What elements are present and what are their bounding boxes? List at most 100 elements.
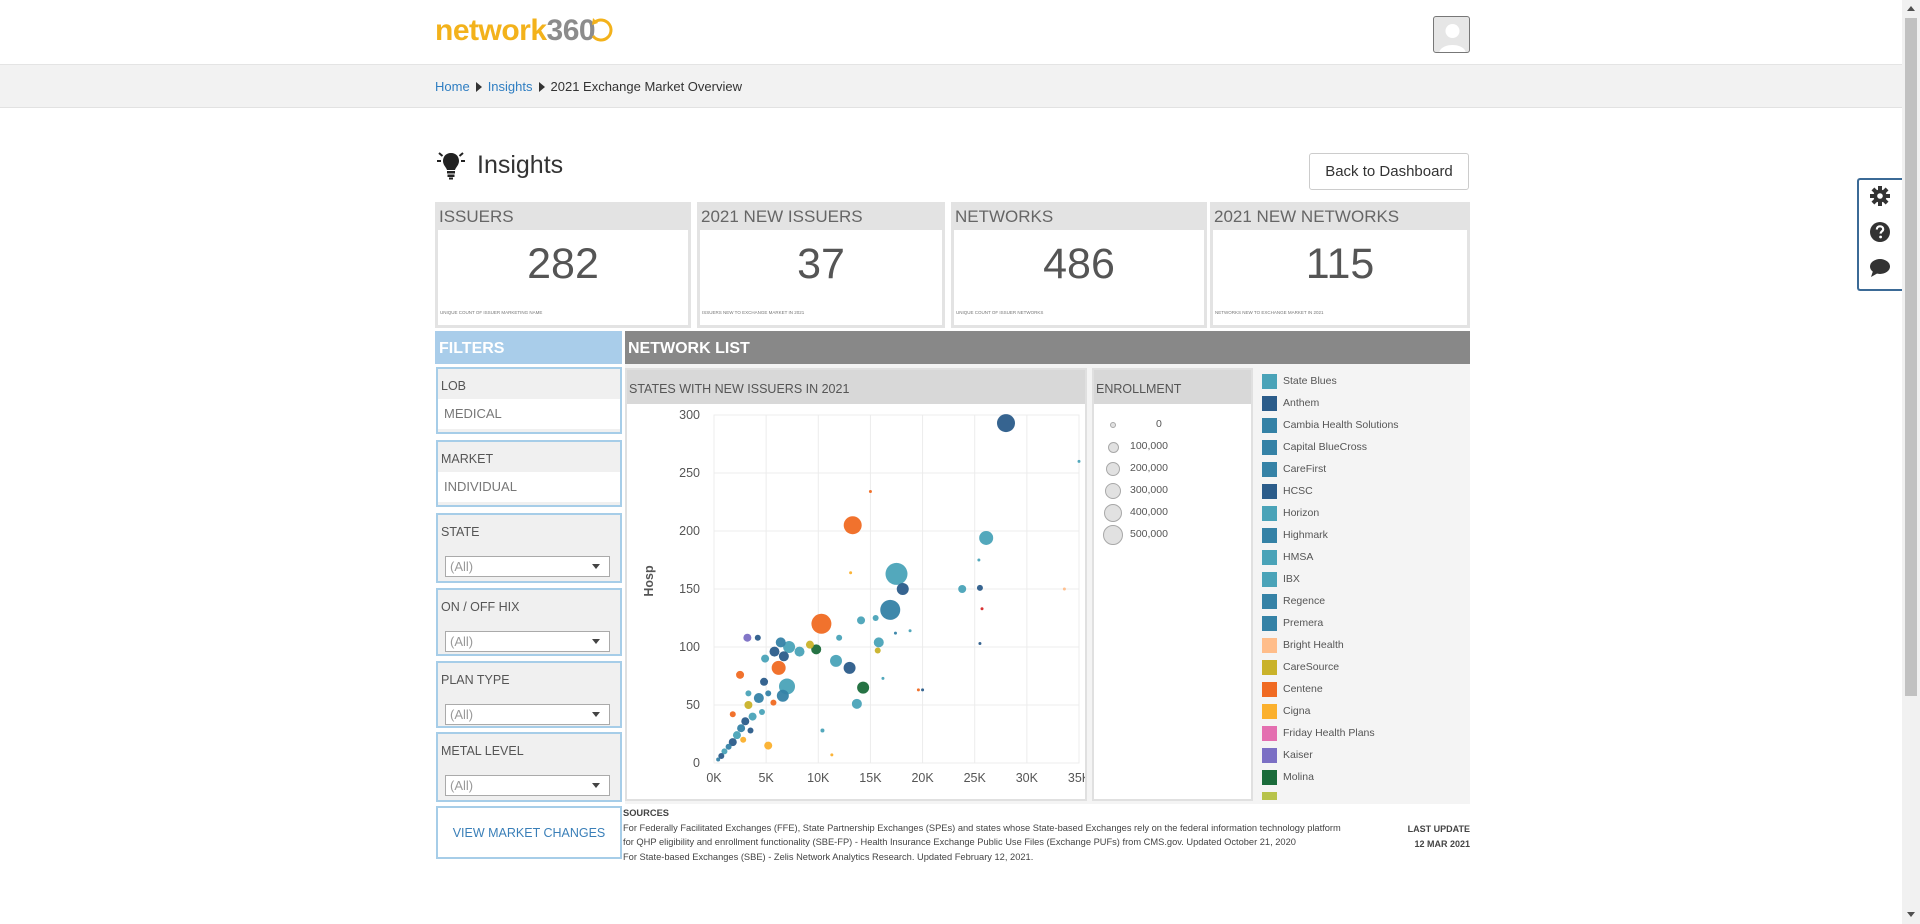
legend-item[interactable]: Premera [1262, 614, 1323, 632]
legend-item[interactable]: Capital BlueCross [1262, 438, 1367, 456]
scatter-point[interactable] [976, 584, 983, 591]
legend-item[interactable]: State Blues [1262, 372, 1337, 390]
scatter-point[interactable] [820, 728, 825, 733]
legend-item[interactable]: IBX [1262, 570, 1300, 588]
scatter-point[interactable] [760, 677, 769, 686]
legend-item[interactable]: Anthem [1262, 394, 1319, 412]
breadcrumb-insights-link[interactable]: Insights [488, 79, 533, 94]
scrollbar-thumb[interactable] [1905, 18, 1917, 696]
scatter-point[interactable] [896, 583, 909, 595]
page-scrollbar[interactable] [1902, 0, 1920, 924]
scatter-point[interactable] [977, 558, 981, 562]
scroll-down-icon[interactable] [1907, 912, 1915, 917]
legend-item[interactable]: Cambia Health Solutions [1262, 416, 1399, 434]
scatter-point[interactable] [736, 670, 745, 679]
scatter-point[interactable] [716, 757, 721, 762]
legend-item[interactable]: Kaiser [1262, 746, 1313, 764]
scatter-point[interactable] [753, 693, 764, 704]
help-button[interactable] [1869, 221, 1891, 243]
scatter-point[interactable] [771, 660, 786, 675]
scatter-point[interactable] [874, 647, 881, 654]
scatter-point[interactable] [997, 414, 1015, 433]
legend-item[interactable]: CareSource [1262, 658, 1339, 676]
scatter-point[interactable] [776, 689, 789, 702]
scatter-point[interactable] [811, 613, 832, 634]
scatter-point[interactable] [958, 585, 967, 593]
scatter-chart[interactable]: 0K 5K 10K 15K 20K 25K 30K 35K 0 50 100 150 200 250 300… [627, 404, 1091, 811]
scatter-point[interactable] [980, 607, 984, 611]
scroll-up-icon[interactable] [1907, 6, 1915, 11]
plan-type-dropdown[interactable]: (All) [445, 704, 610, 725]
scatter-point[interactable] [725, 743, 732, 750]
legend-item[interactable]: Highmark [1262, 526, 1328, 544]
scatter-point[interactable] [754, 634, 761, 641]
scatter-point[interactable] [843, 516, 862, 535]
legend-item[interactable]: HCSC [1262, 482, 1313, 500]
scatter-point[interactable] [741, 717, 750, 726]
scatter-point[interactable] [743, 633, 752, 642]
scatter-point[interactable] [740, 736, 747, 743]
scatter-point[interactable] [881, 676, 885, 680]
scatter-point[interactable] [1062, 587, 1066, 591]
legend-item[interactable]: Bright Health [1262, 636, 1344, 654]
scatter-point[interactable] [868, 490, 872, 494]
scatter-point[interactable] [857, 681, 870, 694]
legend-item[interactable]: Molina [1262, 768, 1314, 786]
metal-level-dropdown[interactable]: (All) [445, 775, 610, 796]
scatter-point[interactable] [770, 699, 777, 706]
enrollment-legend-item[interactable]: 300,000 [1094, 483, 1252, 506]
scatter-point[interactable] [744, 701, 753, 709]
legend-item[interactable]: Regence [1262, 592, 1325, 610]
scatter-point[interactable] [737, 724, 746, 733]
legend-item[interactable]: Friday Health Plans [1262, 724, 1375, 742]
scatter-point[interactable] [805, 640, 814, 649]
filter-lob-value[interactable]: MEDICAL [438, 399, 620, 429]
scatter-point[interactable] [843, 661, 856, 674]
scatter-point[interactable] [851, 698, 862, 709]
scatter-point[interactable] [873, 637, 884, 648]
scatter-point[interactable] [978, 642, 982, 646]
user-avatar[interactable] [1433, 16, 1470, 53]
legend-item[interactable]: HMSA [1262, 548, 1313, 566]
scatter-point[interactable] [830, 753, 834, 757]
scatter-point[interactable] [748, 712, 757, 721]
scatter-point[interactable] [830, 654, 843, 667]
settings-button[interactable] [1869, 185, 1891, 207]
scatter-point[interactable] [729, 711, 736, 718]
back-to-dashboard-button[interactable]: Back to Dashboard [1309, 153, 1469, 190]
scatter-point[interactable] [778, 651, 789, 662]
network360-logo[interactable]: network360 [435, 12, 615, 48]
legend-item[interactable]: Cigna [1262, 702, 1310, 720]
scatter-point[interactable] [916, 688, 920, 692]
enrollment-legend-item[interactable]: 200,000 [1094, 462, 1252, 484]
scatter-point[interactable] [775, 637, 786, 648]
scatter-point[interactable] [872, 615, 879, 621]
state-dropdown[interactable]: (All) [445, 556, 610, 577]
legend-item[interactable]: Centene [1262, 680, 1323, 698]
enrollment-legend-item[interactable]: 100,000 [1094, 440, 1252, 462]
legend-item[interactable] [1262, 790, 1283, 800]
breadcrumb-home-link[interactable]: Home [435, 79, 470, 94]
enrollment-legend-item[interactable]: 500,000 [1094, 525, 1252, 550]
scatter-point[interactable] [764, 741, 773, 750]
enrollment-legend-item[interactable]: 0 [1094, 418, 1252, 440]
enrollment-legend-item[interactable]: 400,000 [1094, 504, 1252, 528]
filter-market-value[interactable]: INDIVIDUAL [438, 472, 620, 502]
chat-button[interactable] [1869, 257, 1891, 279]
scatter-point[interactable] [794, 646, 805, 657]
legend-item[interactable]: CareFirst [1262, 460, 1326, 478]
scatter-point[interactable] [765, 690, 772, 697]
scatter-point[interactable] [893, 631, 897, 635]
scatter-point[interactable] [880, 599, 901, 620]
scatter-point[interactable] [921, 688, 925, 692]
scatter-point[interactable] [885, 562, 908, 585]
scatter-point[interactable] [979, 530, 994, 545]
scatter-point[interactable] [769, 646, 780, 657]
scatter-point[interactable] [732, 731, 741, 740]
on-off-hix-dropdown[interactable]: (All) [445, 631, 610, 652]
scatter-point[interactable] [1077, 459, 1081, 463]
scatter-point[interactable] [849, 571, 853, 575]
scatter-point[interactable] [908, 629, 912, 633]
scatter-point[interactable] [758, 708, 765, 715]
scatter-point[interactable] [836, 634, 843, 641]
